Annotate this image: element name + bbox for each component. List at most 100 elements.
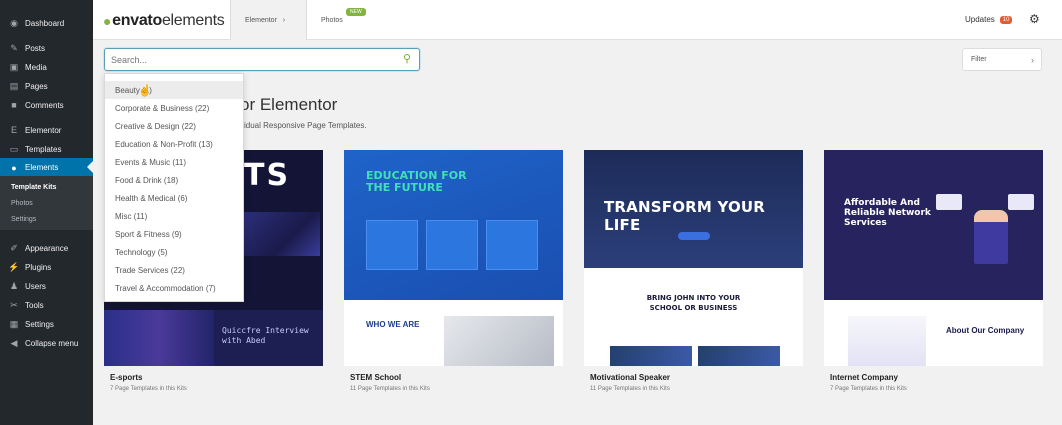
tab-elementor[interactable]: Elementor › [230,0,307,40]
plug-icon: ⚡ [8,261,20,272]
sidebar-item-label: Settings [25,319,54,329]
dropdown-item-technology[interactable]: Technology (5) [105,243,243,261]
preview-text: WHO WE ARE [366,320,420,329]
sidebar-item-elementor[interactable]: E Elementor [0,121,93,139]
search-icon[interactable]: ⚲ [403,52,411,65]
preview-text: About Our Company [946,326,1025,335]
category-dropdown: Beauty (1) Corporate & Business (22) Cre… [104,73,244,302]
pages-icon: ▤ [9,80,19,91]
preview-tile [426,220,478,270]
updates-count-badge: 10 [999,15,1013,24]
admin-sidebar: ◉ Dashboard ✎ Posts ▣ Media ▤ Pages ■ Comment… [0,0,93,425]
preview-heading: TS [244,158,291,193]
preview-image [104,310,214,366]
leaf-icon: ● [11,162,17,173]
dropdown-item-food[interactable]: Food & Drink (18) [105,171,243,189]
preview-image [444,316,554,366]
dropdown-item-events[interactable]: Events & Music (11) [105,153,243,171]
pin-icon: ✎ [10,42,18,53]
submenu-template-kits[interactable]: Template Kits [0,184,93,191]
sidebar-item-pages[interactable]: ▤ Pages [0,77,93,95]
preview-text: Quiccfre Interview with Abed [222,326,309,345]
preview-image [244,212,320,256]
leaf-icon: ● [103,13,112,29]
elementor-icon: E [10,125,17,135]
filter-label: Filter [971,56,987,63]
sidebar-item-comments[interactable]: ■ Comments [0,96,93,114]
comments-icon: ■ [11,100,17,110]
sidebar-item-elements[interactable]: ● Elements [0,158,93,177]
sidebar-item-media[interactable]: ▣ Media [0,58,93,76]
tab-photos[interactable]: Photos [307,0,357,40]
new-badge: NEW [346,8,366,16]
sidebar-item-collapse[interactable]: ◀ Collapse menu [0,334,93,352]
envato-elements-logo[interactable]: ● envato elements [103,12,225,30]
preview-button [678,232,710,240]
sidebar-item-label: Comments [25,100,64,110]
preview-image [698,346,780,366]
preview-heading: TRANSFORM YOUR LIFE [604,198,766,234]
card-meta: 7 Page Templates in this Kits [110,386,187,392]
card-title[interactable]: Internet Company [830,373,898,382]
hand-cursor-icon: ☝ [138,85,152,97]
kit-card-motivational-speaker[interactable]: TRANSFORM YOUR LIFE BRING JOHN INTO YOUR… [584,150,803,366]
dropdown-item-education[interactable]: Education & Non-Profit (13) [105,135,243,153]
kit-card-internet-company[interactable]: Affordable And Reliable Network Services… [824,150,1043,366]
sidebar-item-posts[interactable]: ✎ Posts [0,39,93,57]
chevron-right-icon: › [282,16,286,24]
collapse-icon: ◀ [10,337,18,348]
dashboard-icon: ◉ [10,17,18,28]
preview-text: BRING JOHN INTO YOUR SCHOOL OR BUSINESS [646,294,741,312]
sidebar-item-label: Collapse menu [25,338,79,348]
preview-image [610,346,692,366]
dropdown-item-health[interactable]: Health & Medical (6) [105,189,243,207]
page-subtitle: vidual Responsive Page Templates. [240,121,367,130]
sidebar-item-label: Posts [25,43,46,53]
dropdown-item-trade[interactable]: Trade Services (22) [105,261,243,279]
app-header: ● envato elements Elementor › Photos NEW U… [93,0,1062,40]
submenu-photos[interactable]: Photos [0,200,93,207]
page-title: or Elementor [240,95,338,114]
sidebar-item-settings[interactable]: ▦ Settings [0,315,93,333]
sidebar-item-appearance[interactable]: ✐ Appearance [0,239,93,257]
preview-heading: Affordable And Reliable Network Services [844,198,931,228]
dropdown-item-misc[interactable]: Misc (11) [105,207,243,225]
preview-image [848,316,926,366]
chevron-right-icon: › [1031,54,1034,65]
gear-icon[interactable]: ⚙ [1029,12,1040,26]
submenu-settings[interactable]: Settings [0,216,93,223]
sidebar-item-plugins[interactable]: ⚡ Plugins [0,258,93,276]
sidebar-item-users[interactable]: ♟ Users [0,277,93,295]
filter-button[interactable]: Filter › [962,48,1042,71]
dropdown-item-sport[interactable]: Sport & Fitness (9) [105,225,243,243]
preview-tile [936,194,962,210]
sidebar-item-label: Users [25,281,46,291]
card-title[interactable]: Motivational Speaker [590,373,670,382]
dropdown-item-creative[interactable]: Creative & Design (22) [105,117,243,135]
updates-link[interactable]: Updates 10 [965,15,1013,24]
brush-icon: ✐ [10,242,18,253]
dropdown-item-travel[interactable]: Travel & Accommodation (7) [105,279,243,297]
sidebar-item-label: Elements [25,163,59,172]
preview-tile [1008,194,1034,210]
sidebar-item-label: Dashboard [25,18,65,28]
logo-text-light: elements [161,12,225,29]
card-title[interactable]: STEM School [350,373,401,382]
card-title[interactable]: E-sports [110,373,142,382]
folder-icon: ▭ [9,143,19,154]
dropdown-item-beauty[interactable]: Beauty (1) [105,81,243,99]
settings-icon: ▦ [9,318,19,329]
page-footer-area [93,400,1062,425]
card-meta: 11 Page Templates in this Kits [350,386,430,392]
kit-card-stem-school[interactable]: EDUCATION FOR THE FUTURE WHO WE ARE [344,150,563,366]
tab-label: Photos [321,16,343,24]
sidebar-item-tools[interactable]: ✂ Tools [0,296,93,314]
active-menu-arrow [87,161,93,173]
sidebar-item-label: Templates [25,144,62,154]
dropdown-item-corporate[interactable]: Corporate & Business (22) [105,99,243,117]
sidebar-item-templates[interactable]: ▭ Templates [0,140,93,158]
card-meta: 7 Page Templates in this Kits [830,386,907,392]
sidebar-item-dashboard[interactable]: ◉ Dashboard [0,14,93,32]
sidebar-item-label: Tools [25,300,44,310]
search-input[interactable] [105,49,385,70]
